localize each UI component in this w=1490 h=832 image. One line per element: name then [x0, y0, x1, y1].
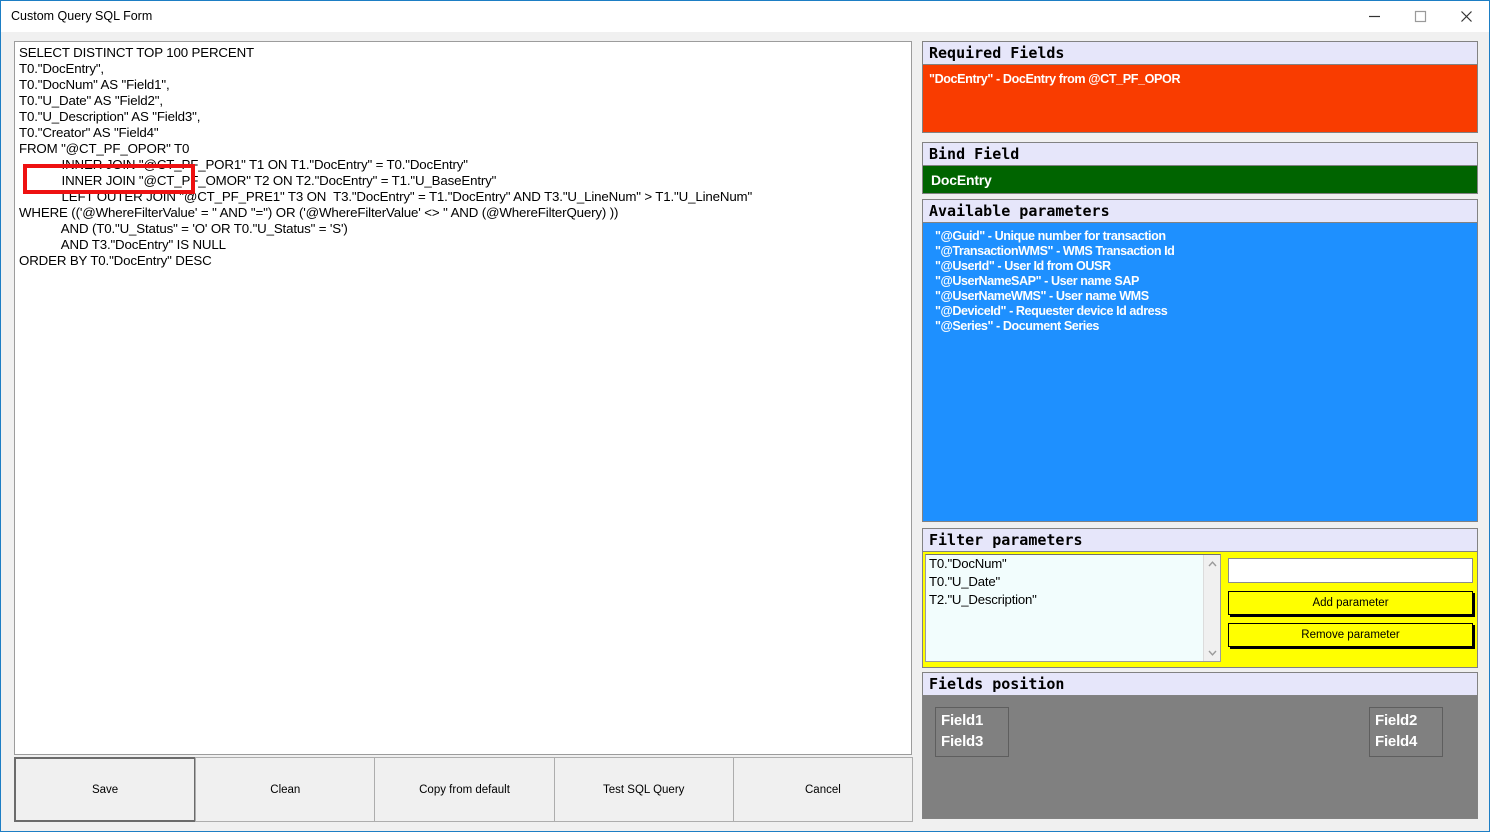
filter-parameters-listbox[interactable]: T0."DocNum" T0."U_Date" T2."U_Descriptio…: [925, 554, 1221, 662]
form-body: SELECT DISTINCT TOP 100 PERCENT T0."DocE…: [2, 32, 1490, 832]
maximize-icon: [1414, 10, 1427, 23]
save-button[interactable]: Save: [14, 757, 196, 822]
close-button[interactable]: [1443, 1, 1489, 32]
chevron-down-icon[interactable]: [1204, 644, 1221, 661]
filter-parameters-body: T0."DocNum" T0."U_Date" T2."U_Descriptio…: [922, 552, 1478, 668]
filter-parameters-header: Filter parameters: [922, 528, 1478, 552]
available-parameters-header: Available parameters: [922, 199, 1478, 223]
required-field-item[interactable]: "DocEntry" - DocEntry from @CT_PF_OPOR: [929, 71, 1477, 88]
available-parameter-item[interactable]: "@UserId" - User Id from OUSR: [935, 259, 1477, 274]
close-icon: [1460, 10, 1473, 23]
fields-position-header: Fields position: [922, 672, 1478, 696]
filter-parameters-section: Filter parameters T0."DocNum" T0."U_Date…: [922, 528, 1478, 668]
filter-list-scrollbar[interactable]: [1203, 555, 1220, 661]
cancel-button[interactable]: Cancel: [733, 757, 913, 822]
bind-field-value[interactable]: DocEntry: [931, 170, 1477, 190]
filter-parameter-controls: Add parameter Remove parameter: [1228, 558, 1473, 647]
available-parameter-item[interactable]: "@DeviceId" - Requester device Id adress: [935, 304, 1477, 319]
sql-query-editor[interactable]: SELECT DISTINCT TOP 100 PERCENT T0."DocE…: [14, 41, 912, 755]
clean-button[interactable]: Clean: [195, 757, 375, 822]
field-label[interactable]: Field4: [1375, 731, 1442, 752]
fields-position-section: Fields position Field1 Field3 Field2 Fie…: [922, 672, 1478, 819]
right-panel: Required Fields "DocEntry" - DocEntry fr…: [922, 41, 1478, 822]
remove-parameter-button[interactable]: Remove parameter: [1228, 623, 1473, 647]
form-button-bar: Save Clean Copy from default Test SQL Qu…: [14, 757, 912, 822]
available-parameter-item[interactable]: "@TransactionWMS" - WMS Transaction Id: [935, 244, 1477, 259]
window-titlebar: Custom Query SQL Form: [1, 1, 1489, 32]
fields-position-left-box[interactable]: Field1 Field3: [935, 707, 1009, 757]
bind-field-section: Bind Field DocEntry: [922, 142, 1478, 194]
add-parameter-button[interactable]: Add parameter: [1228, 591, 1473, 615]
custom-query-sql-form-window: Custom Query SQL Form SELECT DISTINCT TO…: [0, 0, 1490, 832]
fields-position-right-box[interactable]: Field2 Field4: [1369, 707, 1443, 757]
sql-query-text[interactable]: SELECT DISTINCT TOP 100 PERCENT T0."DocE…: [19, 45, 752, 269]
required-fields-list[interactable]: "DocEntry" - DocEntry from @CT_PF_OPOR: [922, 65, 1478, 133]
available-parameter-item[interactable]: "@UserNameSAP" - User name SAP: [935, 274, 1477, 289]
required-fields-header: Required Fields: [922, 41, 1478, 65]
available-parameter-item[interactable]: "@Series" - Document Series: [935, 319, 1477, 334]
copy-from-default-button[interactable]: Copy from default: [374, 757, 554, 822]
required-fields-section: Required Fields "DocEntry" - DocEntry fr…: [922, 41, 1478, 133]
filter-parameter-item[interactable]: T0."U_Date": [926, 573, 1220, 591]
window-title: Custom Query SQL Form: [11, 9, 152, 23]
field-label[interactable]: Field3: [941, 731, 1008, 752]
maximize-button[interactable]: [1397, 1, 1443, 32]
field-label[interactable]: Field2: [1375, 710, 1442, 731]
minimize-button[interactable]: [1351, 1, 1397, 32]
filter-parameter-item[interactable]: T0."DocNum": [926, 555, 1220, 573]
fields-position-canvas[interactable]: Field1 Field3 Field2 Field4: [922, 696, 1478, 819]
filter-parameter-item[interactable]: T2."U_Description": [926, 591, 1220, 609]
test-sql-query-button[interactable]: Test SQL Query: [554, 757, 734, 822]
parameter-input[interactable]: [1228, 558, 1473, 583]
bind-field-header: Bind Field: [922, 142, 1478, 166]
minimize-icon: [1368, 10, 1381, 23]
available-parameters-list[interactable]: "@Guid" - Unique number for transaction …: [922, 223, 1478, 522]
available-parameter-item[interactable]: "@Guid" - Unique number for transaction: [935, 229, 1477, 244]
available-parameters-section: Available parameters "@Guid" - Unique nu…: [922, 199, 1478, 522]
available-parameter-item[interactable]: "@UserNameWMS" - User name WMS: [935, 289, 1477, 304]
chevron-up-icon[interactable]: [1204, 555, 1221, 572]
bind-field-value-area[interactable]: DocEntry: [922, 166, 1478, 194]
field-label[interactable]: Field1: [941, 710, 1008, 731]
